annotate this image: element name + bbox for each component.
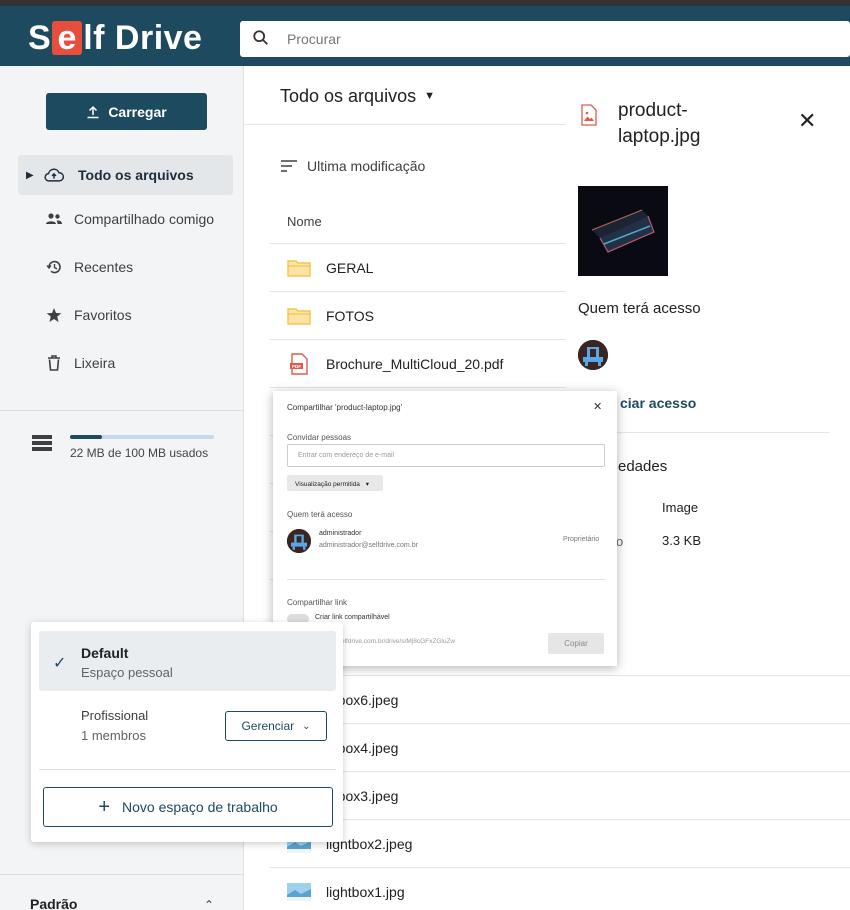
permission-dropdown[interactable]: Visualização permitida ▾	[287, 475, 383, 491]
avatar[interactable]	[578, 340, 608, 370]
avatar	[287, 529, 311, 553]
workspace-switcher-label[interactable]: Padrão	[30, 896, 77, 910]
pdf-icon: PDF	[287, 352, 311, 376]
folder-icon	[287, 256, 311, 280]
table-row[interactable]: ntbox4.jpeg	[270, 723, 850, 771]
plus-icon: +	[98, 796, 110, 818]
storage-text: 22 MB de 100 MB usados	[70, 446, 209, 460]
star-icon	[44, 305, 64, 325]
search-bar[interactable]: Procurar	[240, 21, 850, 57]
user-email: administrador@selfdrive.com.br	[319, 542, 418, 549]
divider	[244, 124, 566, 125]
table-row[interactable]: ntbox6.jpeg	[270, 675, 850, 723]
divider	[39, 769, 336, 770]
sidebar-item-label: Recentes	[74, 259, 134, 275]
cloud-upload-icon	[44, 165, 64, 185]
storage-progress-fill	[70, 435, 102, 439]
email-field[interactable]: Entrar com endereço de e-mail	[287, 444, 605, 467]
table-row[interactable]: lightbox2.jpeg	[270, 819, 850, 867]
image-file-icon	[580, 104, 598, 131]
app-logo[interactable]: Se lf Drive	[28, 19, 202, 59]
manage-button[interactable]: Gerenciar ⌄	[225, 711, 327, 741]
table-row[interactable]: lightbox1.jpg	[270, 867, 850, 910]
sidebar-item-label: Todo os arquivos	[78, 167, 194, 183]
property-size-label: o	[616, 534, 624, 549]
invite-label: Convidar pessoas	[287, 433, 352, 442]
sidebar-item-label: Lixeira	[74, 355, 116, 371]
column-header-name[interactable]: Nome	[287, 214, 322, 229]
people-icon	[44, 209, 64, 229]
workspace-members: 1 membros	[81, 728, 147, 743]
manage-access-link[interactable]: ciar acesso	[620, 395, 696, 411]
folder-icon	[287, 304, 311, 328]
workspace-subtitle: Espaço pessoal	[81, 665, 173, 680]
check-icon: ✓	[53, 655, 67, 672]
dialog-title: Compartilhar 'product-laptop.jpg'	[287, 403, 403, 412]
email-placeholder: Entrar com endereço de e-mail	[298, 452, 395, 459]
caret-down-icon: ▼	[424, 90, 435, 102]
create-link-label: Criar link compartilhável	[315, 614, 390, 621]
upload-icon	[87, 105, 99, 118]
divider	[0, 874, 244, 875]
upload-label: Carregar	[108, 103, 167, 120]
details-file-name: product-laptop.jpg	[618, 100, 701, 147]
share-link-label: Compartilhar link	[287, 598, 348, 607]
top-bar: Se lf Drive Procurar	[0, 0, 850, 66]
copy-button[interactable]: Copiar	[548, 633, 604, 654]
property-size-value: 3.3 KB	[662, 533, 702, 548]
close-icon[interactable]: ✕	[593, 400, 602, 413]
page-title[interactable]: Todo os arquivos ▼	[280, 86, 435, 107]
properties-title: edades	[618, 458, 668, 475]
access-label: Quem terá acesso	[578, 300, 701, 317]
divider	[287, 579, 605, 580]
sort-icon	[281, 160, 297, 172]
storage-progress-bar	[70, 435, 214, 439]
divider	[0, 410, 244, 411]
new-workspace-button[interactable]: + Novo espaço de trabalho	[43, 787, 333, 827]
close-icon[interactable]: ✕	[798, 108, 816, 134]
sidebar-item-shared[interactable]: Compartilhado comigo	[18, 199, 233, 239]
row-name: Brochure_MultiCloud_20.pdf	[326, 355, 504, 372]
row-name: FOTOS	[326, 307, 374, 324]
history-icon	[44, 257, 64, 277]
workspace-menu: ✓ Default Espaço pessoal Profissional 1 …	[31, 622, 343, 842]
user-role: Proprietário	[563, 536, 600, 543]
sidebar-item-all-files[interactable]: ▶ Todo os arquivos	[18, 155, 233, 195]
sort-label: Ultima modificação	[307, 158, 426, 174]
sidebar-item-favorites[interactable]: Favoritos	[18, 295, 233, 335]
upload-button[interactable]: Carregar	[46, 93, 207, 130]
storage-icon	[32, 435, 52, 456]
row-name: lightbox1.jpg	[326, 883, 405, 900]
who-has-access-label: Quem terá acesso	[287, 510, 353, 519]
caret-down-icon: ▾	[365, 481, 369, 488]
sidebar-item-label: Favoritos	[74, 307, 132, 323]
caret-right-icon: ▶	[26, 169, 34, 181]
chevron-down-icon: ⌄	[302, 720, 311, 732]
workspace-item-profissional[interactable]: Profissional	[81, 708, 148, 723]
file-preview-thumbnail	[578, 186, 668, 276]
trash-icon	[44, 353, 64, 373]
chevron-up-icon[interactable]: ⌃	[204, 898, 214, 910]
row-name: GERAL	[326, 259, 374, 276]
share-link-url: elfdrive.com.br/drive/s/Mj8cGFxZGluZw	[341, 638, 456, 645]
workspace-name: Default	[81, 645, 129, 661]
search-input[interactable]: Procurar	[287, 31, 341, 47]
svg-text:PDF: PDF	[292, 363, 301, 368]
image-icon	[287, 880, 311, 904]
user-name: administrador	[319, 530, 362, 537]
property-type-value: Image	[662, 500, 699, 515]
sidebar-item-label: Compartilhado comigo	[74, 211, 215, 227]
sidebar-item-recent[interactable]: Recentes	[18, 247, 233, 287]
sidebar-item-trash[interactable]: Lixeira	[18, 343, 233, 383]
workspace-item-default[interactable]: ✓ Default Espaço pessoal	[39, 631, 336, 691]
sort-button[interactable]: Ultima modificação	[281, 158, 425, 174]
search-icon	[253, 30, 268, 45]
table-row[interactable]: ntbox3.jpeg	[270, 771, 850, 819]
